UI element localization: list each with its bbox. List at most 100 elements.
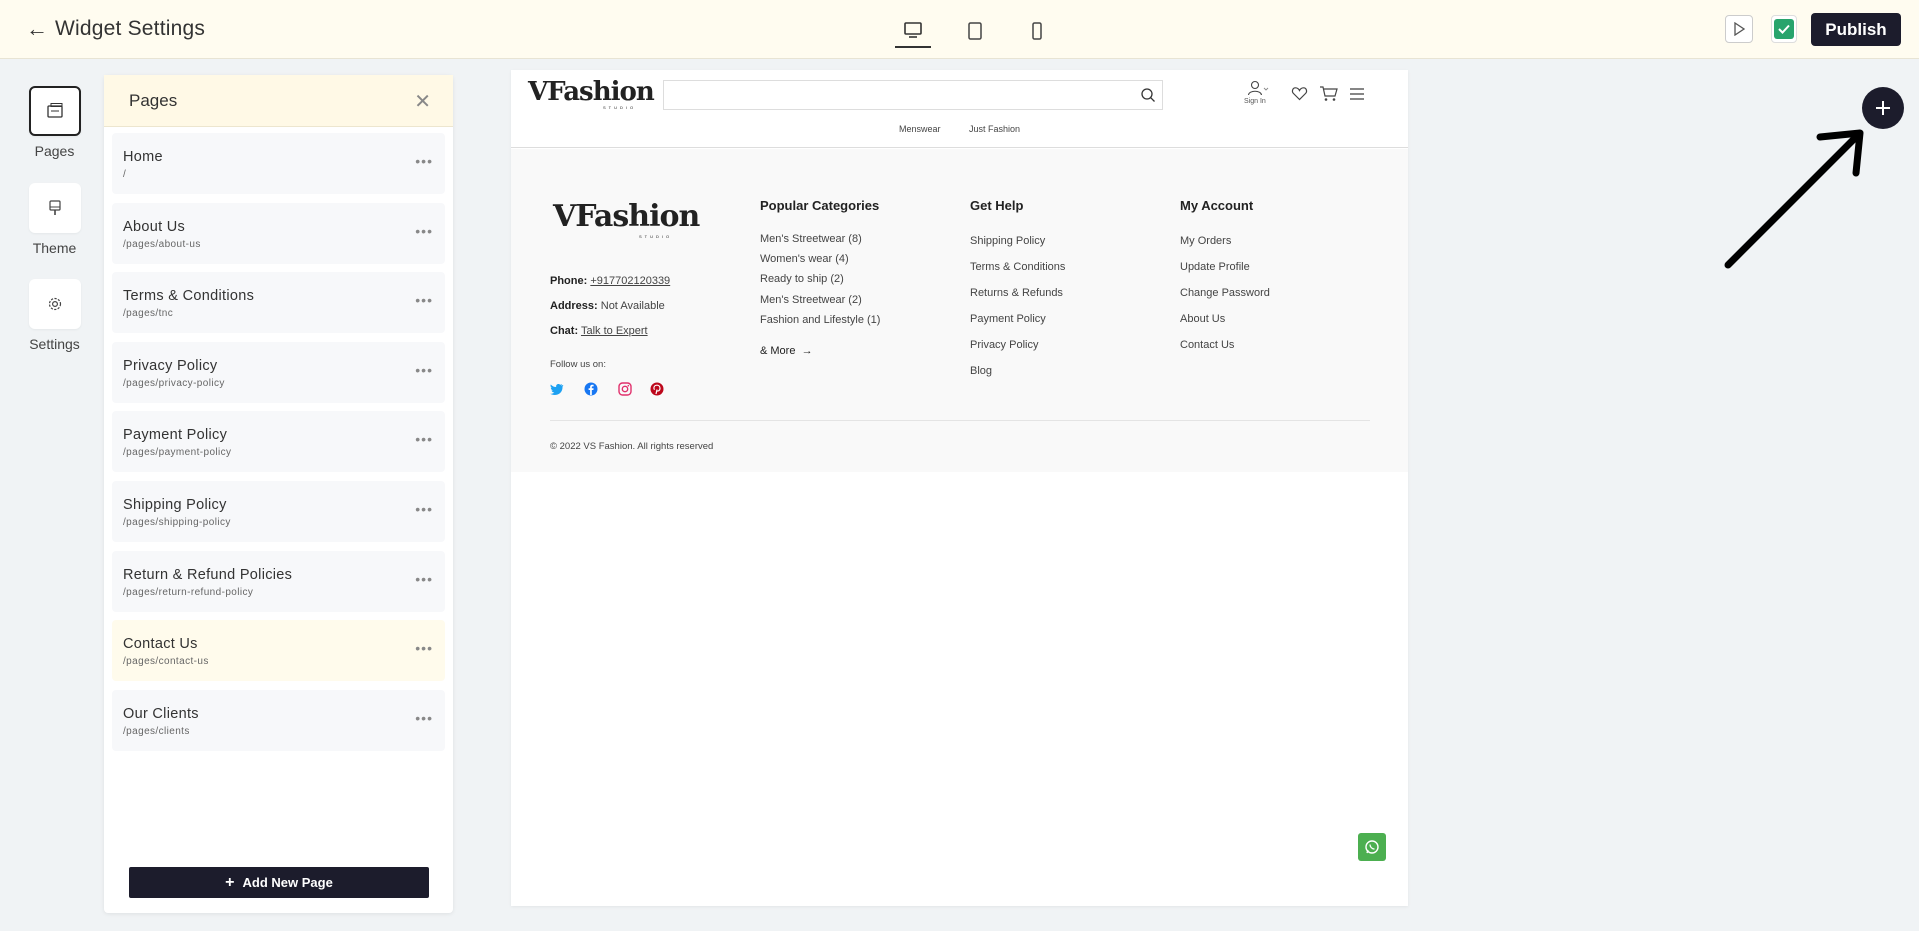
- sign-in-label[interactable]: Sign In: [1244, 98, 1266, 105]
- menu-icon[interactable]: [1349, 87, 1365, 105]
- page-title: Widget Settings: [55, 17, 206, 40]
- footer-copyright: © 2022 VS Fashion. All rights reserved: [550, 441, 714, 452]
- check-icon: [1774, 19, 1794, 39]
- rail-label-theme: Theme: [32, 240, 77, 256]
- footer-phone-label: Phone:: [550, 275, 588, 287]
- site-logo[interactable]: VFashion: [528, 77, 655, 107]
- footer-account-link[interactable]: Contact Us: [1180, 339, 1234, 351]
- rail-label-settings: Settings: [29, 336, 80, 352]
- footer-help-link[interactable]: Returns & Refunds: [970, 287, 1063, 299]
- page-item-home[interactable]: Home / •••: [112, 133, 445, 194]
- more-options-icon[interactable]: •••: [415, 223, 433, 239]
- facebook-icon[interactable]: [584, 382, 598, 396]
- footer-account-link[interactable]: Change Password: [1180, 287, 1270, 299]
- twitter-icon[interactable]: [550, 383, 564, 395]
- footer-help-link[interactable]: Shipping Policy: [970, 235, 1045, 247]
- footer-help-link[interactable]: Blog: [970, 365, 992, 377]
- page-item-payment-policy[interactable]: Payment Policy /pages/payment-policy •••: [112, 411, 445, 473]
- footer-address-label: Address:: [550, 300, 598, 312]
- footer-account-link[interactable]: Update Profile: [1180, 261, 1250, 273]
- search-icon: [1141, 88, 1155, 102]
- page-path: /pages/return-refund-policy: [123, 586, 254, 598]
- footer-help-link[interactable]: Payment Policy: [970, 313, 1046, 325]
- heart-icon[interactable]: [1291, 86, 1308, 106]
- page-name: Payment Policy: [123, 427, 228, 444]
- footer-account-link[interactable]: My Orders: [1180, 235, 1231, 247]
- page-name: Return & Refund Policies: [123, 566, 293, 583]
- more-options-icon[interactable]: •••: [415, 501, 433, 517]
- top-bar: ← Widget Settings Publish: [0, 0, 1919, 59]
- whatsapp-icon[interactable]: [1358, 833, 1386, 861]
- more-options-icon[interactable]: •••: [415, 571, 433, 587]
- page-path: /pages/payment-policy: [123, 447, 232, 459]
- footer-popular-link[interactable]: Ready to ship (2): [760, 273, 844, 285]
- theme-icon: [28, 183, 81, 233]
- page-item-our-clients[interactable]: Our Clients /pages/clients •••: [112, 689, 445, 751]
- page-path: /pages/about-us: [123, 238, 201, 250]
- save-check-button[interactable]: [1771, 15, 1797, 43]
- more-options-icon[interactable]: •••: [415, 710, 433, 726]
- footer-chat-link[interactable]: Talk to Expert: [581, 325, 648, 337]
- more-options-icon[interactable]: •••: [415, 362, 433, 378]
- footer-logo-sub: STUDIO: [639, 234, 673, 239]
- annotation-arrow-icon: [1724, 129, 1864, 269]
- page-item-about-us[interactable]: About Us /pages/about-us •••: [112, 202, 445, 264]
- footer-logo: VFashion: [553, 199, 700, 234]
- gear-icon: [28, 279, 81, 329]
- rail-item-settings[interactable]: Settings: [27, 279, 82, 352]
- footer-popular-link[interactable]: Men's Streetwear (8): [760, 233, 862, 245]
- footer-more-link[interactable]: & More →: [760, 345, 813, 357]
- footer-popular-link[interactable]: Women's wear (4): [760, 253, 849, 265]
- more-options-icon[interactable]: •••: [415, 153, 433, 169]
- nav-menswear[interactable]: Menswear: [899, 124, 941, 134]
- pages-panel: Pages ✕ Home / ••• About Us /pages/about…: [104, 75, 453, 913]
- nav-just-fashion[interactable]: Just Fashion: [969, 124, 1020, 134]
- site-logo-sub: STUDIO: [603, 105, 637, 110]
- footer-help-link[interactable]: Terms & Conditions: [970, 261, 1065, 273]
- pages-icon: [28, 86, 81, 136]
- rail-item-pages[interactable]: Pages: [27, 86, 82, 159]
- footer-phone-link[interactable]: +917702120339: [590, 275, 670, 287]
- page-name: Home: [123, 149, 163, 165]
- publish-button[interactable]: Publish: [1811, 13, 1901, 46]
- add-new-page-label: Add New Page: [242, 875, 333, 890]
- pinterest-icon[interactable]: [650, 382, 664, 396]
- page-item-privacy-policy[interactable]: Privacy Policy /pages/privacy-policy •••: [112, 341, 445, 403]
- footer-popular-link[interactable]: Men's Streetwear (2): [760, 294, 862, 306]
- mobile-view-button[interactable]: [1019, 14, 1055, 48]
- desktop-view-button[interactable]: [895, 14, 931, 48]
- more-options-icon[interactable]: •••: [415, 292, 433, 308]
- preview-play-button[interactable]: [1725, 15, 1753, 43]
- footer-help-link[interactable]: Privacy Policy: [970, 339, 1038, 351]
- footer-chat: Chat: Talk to Expert: [550, 325, 648, 337]
- page-name: Privacy Policy: [123, 357, 218, 374]
- pages-panel-header: Pages ✕: [104, 75, 453, 127]
- instagram-icon[interactable]: [618, 382, 632, 396]
- tablet-view-button[interactable]: [957, 14, 993, 48]
- page-path: /pages/contact-us: [123, 656, 209, 668]
- footer-popular-link[interactable]: Fashion and Lifestyle (1): [760, 314, 880, 326]
- footer-more-label: & More: [760, 345, 796, 357]
- add-new-page-button[interactable]: + Add New Page: [129, 867, 429, 898]
- cart-icon[interactable]: [1319, 85, 1338, 107]
- page-item-contact-us[interactable]: Contact Us /pages/contact-us •••: [112, 620, 445, 682]
- page-item-return-refund[interactable]: Return & Refund Policies /pages/return-r…: [112, 550, 445, 612]
- close-icon[interactable]: ✕: [414, 89, 431, 114]
- page-name: About Us: [123, 218, 186, 235]
- more-options-icon[interactable]: •••: [415, 640, 433, 656]
- site-footer: VFashion STUDIO Phone: +917702120339 Add…: [511, 149, 1408, 472]
- arrow-right-icon: →: [798, 345, 813, 357]
- more-options-icon[interactable]: •••: [415, 431, 433, 447]
- site-search-input[interactable]: [663, 80, 1163, 110]
- page-item-shipping-policy[interactable]: Shipping Policy /pages/shipping-policy •…: [112, 480, 445, 542]
- footer-account-link[interactable]: About Us: [1180, 313, 1225, 325]
- device-switcher: [895, 14, 1055, 48]
- page-item-terms[interactable]: Terms & Conditions /pages/tnc •••: [112, 272, 445, 334]
- footer-address: Address: Not Available: [550, 300, 665, 312]
- back-arrow-icon[interactable]: ←: [26, 18, 48, 40]
- page-path: /: [123, 169, 127, 180]
- footer-chat-label: Chat:: [550, 325, 579, 337]
- page-path: /pages/privacy-policy: [123, 377, 225, 389]
- rail-item-theme[interactable]: Theme: [27, 183, 82, 256]
- add-widget-button[interactable]: [1862, 87, 1904, 129]
